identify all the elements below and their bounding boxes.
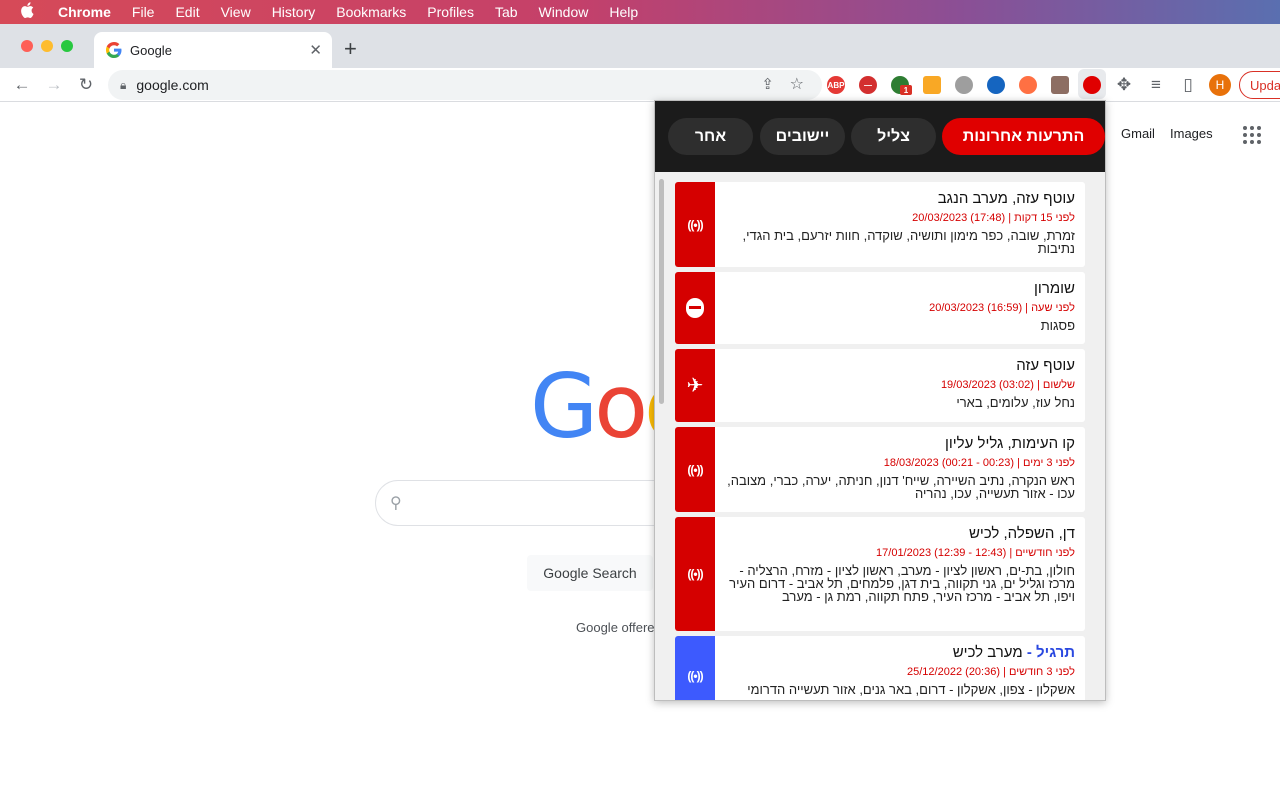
tab-strip: Google ✕ + <box>0 24 1280 68</box>
alert-locations: נחל עוז, עלומים, בארי <box>956 395 1075 410</box>
url-text[interactable]: google.com <box>136 77 208 93</box>
alert-locations: פסגות <box>1040 318 1075 333</box>
address-bar[interactable]: 🔒︎ google.com ⇪ ☆ <box>108 70 822 100</box>
alert-title: עוטף עזה, מערב הנגב <box>937 190 1075 207</box>
back-button[interactable]: ← <box>11 74 33 96</box>
alert-type-strip <box>675 272 715 344</box>
google-search-button[interactable]: Google Search <box>527 555 653 591</box>
extensions-puzzle-icon[interactable]: ✥ <box>1113 74 1135 96</box>
menu-profiles[interactable]: Profiles <box>427 4 474 20</box>
new-tab-button[interactable]: + <box>344 36 357 62</box>
tab-recent-alerts[interactable]: התרעות אחרונות <box>942 118 1105 155</box>
search-icon: ⚲ <box>390 495 402 512</box>
alert-time: לפני 3 ימים | (00:23 - 00:21) 18/03/2023 <box>883 457 1075 469</box>
tab-google[interactable]: Google ✕ <box>94 32 332 68</box>
alert-type-strip: ((•)) <box>675 517 715 631</box>
menu-window[interactable]: Window <box>539 4 589 20</box>
alert-type-strip: ((•)) <box>675 182 715 267</box>
alert-card[interactable]: ((•)) דן, השפלה, לכיש לפני חודשיים | (12… <box>675 517 1085 631</box>
menu-file[interactable]: File <box>132 4 155 20</box>
window-minimize-button[interactable] <box>41 40 53 52</box>
alert-card[interactable]: ((•)) עוטף עזה, מערב הנגב לפני 15 דקות |… <box>675 182 1085 267</box>
orange-extension-icon[interactable] <box>1019 76 1037 94</box>
adblock-plus-icon[interactable]: ABP <box>827 76 845 94</box>
alert-time: לפני 15 דקות | (17:48) 20/03/2023 <box>912 212 1075 224</box>
alert-type-strip: ((•)) <box>675 636 715 700</box>
popup-scrollbar[interactable] <box>659 179 664 404</box>
google-apps-icon[interactable] <box>1243 126 1261 144</box>
window-zoom-button[interactable] <box>61 40 73 52</box>
extension-badge: 1 <box>900 85 912 95</box>
menu-bookmarks[interactable]: Bookmarks <box>336 4 406 20</box>
drill-label: תרגיל - <box>1026 644 1075 661</box>
google-offered-text: Google offere <box>576 620 655 635</box>
stop-sign-extension-icon[interactable]: — <box>859 76 877 94</box>
alert-title: קו העימות, גליל עליון <box>944 435 1075 452</box>
alert-title: תרגיל - מערב לכיש <box>725 644 1075 662</box>
forward-button[interactable]: → <box>43 74 65 96</box>
alert-title: עוטף עזה <box>1016 357 1075 374</box>
alert-card[interactable]: שומרון לפני שעה | (16:59) 20/03/2023 פסג… <box>675 272 1085 344</box>
alert-locations: אשקלון - צפון, אשקלון - דרום, באר גנים, … <box>747 682 1075 697</box>
lock-icon[interactable]: 🔒︎ <box>120 78 126 93</box>
signal-icon: ((•)) <box>687 217 703 232</box>
signal-icon: ((•)) <box>687 669 703 683</box>
update-button[interactable]: Update <box>1239 71 1280 99</box>
tab-sound[interactable]: צליל <box>851 118 936 155</box>
eyedropper-extension-icon[interactable] <box>1051 76 1069 94</box>
menu-history[interactable]: History <box>272 4 316 20</box>
alert-type-strip: ((•)) <box>675 427 715 512</box>
blue-extension-icon[interactable] <box>987 76 1005 94</box>
google-favicon-icon <box>106 42 122 58</box>
window-close-button[interactable] <box>21 40 33 52</box>
alert-locations: זמרת, שובה, כפר מימון ותושיה, שוקדה, חוו… <box>742 228 1075 256</box>
menu-app-name[interactable]: Chrome <box>58 4 111 20</box>
profile-avatar[interactable]: H <box>1209 74 1231 96</box>
macos-menubar: Chrome File Edit View History Bookmarks … <box>0 0 1280 24</box>
gmail-link[interactable]: Gmail <box>1121 126 1155 141</box>
alert-locations: חולון, בת-ים, ראשון לציון - מערב, ראשון … <box>729 563 1075 604</box>
alert-time: לפני 3 חודשים | (20:36) 25/12/2022 <box>907 666 1075 678</box>
bookmark-star-icon[interactable]: ☆ <box>790 74 804 94</box>
alert-locations: ראש הנקרה, נתיב השיירה, שייח' דנון, חנית… <box>727 473 1075 501</box>
tab-settlements[interactable]: יישובים <box>760 118 845 155</box>
browser-toolbar: ← → ↻ 🔒︎ google.com ⇪ ☆ ABP — 1 ✥ ≡ ▯ H … <box>0 68 1280 102</box>
alert-time: לפני חודשיים | (12:43 - 12:39) 17/01/202… <box>876 547 1075 559</box>
menu-view[interactable]: View <box>221 4 251 20</box>
rainbow-extension-icon[interactable] <box>923 76 941 94</box>
alert-title: דן, השפלה, לכיש <box>968 525 1075 542</box>
alert-title-text: מערב לכיש <box>952 644 1023 661</box>
reload-button[interactable]: ↻ <box>75 74 97 96</box>
plane-icon: ✈︎ <box>686 375 704 397</box>
alert-card[interactable]: ((•)) קו העימות, גליל עליון לפני 3 ימים … <box>675 427 1085 512</box>
tab-other[interactable]: אחר <box>668 118 753 155</box>
shield-icon <box>686 298 704 318</box>
popup-header: התרעות אחרונות צליל יישובים אחר <box>655 101 1105 172</box>
green-extension-icon[interactable]: 1 <box>891 76 912 95</box>
apple-menu-icon[interactable] <box>20 1 38 23</box>
share-icon[interactable]: ⇪ <box>761 75 774 93</box>
tab-close-icon[interactable]: ✕ <box>309 41 322 59</box>
images-link[interactable]: Images <box>1170 126 1213 141</box>
red-alert-extension-icon[interactable] <box>1083 76 1101 94</box>
side-panel-icon[interactable]: ▯ <box>1177 74 1199 96</box>
alert-card-drill[interactable]: ((•)) תרגיל - מערב לכיש לפני 3 חודשים | … <box>675 636 1085 700</box>
signal-icon: ((•)) <box>687 567 703 581</box>
media-control-icon[interactable]: ≡ <box>1145 74 1167 96</box>
alert-type-strip: ✈︎ <box>675 349 715 422</box>
menu-edit[interactable]: Edit <box>175 4 199 20</box>
menu-tab[interactable]: Tab <box>495 4 518 20</box>
alert-time: שלשום | (03:02) 19/03/2023 <box>940 379 1075 391</box>
signal-icon: ((•)) <box>687 462 703 477</box>
menu-help[interactable]: Help <box>609 4 638 20</box>
alert-title: שומרון <box>1034 280 1075 297</box>
alert-time: לפני שעה | (16:59) 20/03/2023 <box>929 302 1075 314</box>
gray-extension-icon[interactable] <box>955 76 973 94</box>
tab-title: Google <box>130 42 172 58</box>
alert-card[interactable]: ✈︎ עוטף עזה שלשום | (03:02) 19/03/2023 נ… <box>675 349 1085 422</box>
red-alert-popup: התרעות אחרונות צליל יישובים אחר ((•)) עו… <box>654 100 1106 701</box>
